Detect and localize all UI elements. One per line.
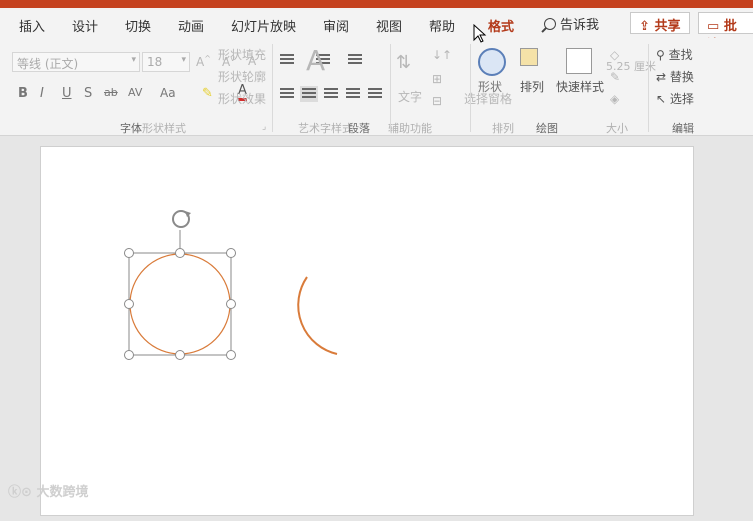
resize-handle-w[interactable] — [124, 299, 134, 309]
wordart-a-icon[interactable]: A — [306, 44, 325, 77]
group-paragraph-label: 段落 — [348, 122, 370, 135]
align-center-icon[interactable] — [300, 86, 318, 102]
resize-handle-sw[interactable] — [124, 350, 134, 360]
font-name-input[interactable]: 等线 (正文) ▾ — [12, 52, 140, 72]
tab-view[interactable]: 视图 — [376, 16, 402, 35]
highlight-icon[interactable]: ✎ — [202, 86, 213, 101]
search-icon — [544, 18, 556, 30]
group-separator — [648, 44, 649, 132]
tab-animations[interactable]: 动画 — [178, 16, 204, 35]
share-icon: ⇪ — [639, 19, 650, 34]
change-case-icon[interactable]: Aa — [160, 86, 176, 100]
underline-icon[interactable]: U — [62, 86, 72, 101]
share-button[interactable]: ⇪ 共享 — [630, 12, 690, 34]
comment-button[interactable]: ▭ 批注 — [698, 12, 753, 53]
font-size-value: 18 — [147, 55, 163, 69]
tab-slideshow[interactable]: 幻灯片放映 — [231, 16, 296, 35]
text-direction-icon[interactable]: ⇅ — [396, 52, 411, 73]
circle-shape[interactable] — [129, 253, 231, 355]
watermark-text: 大数跨境 — [36, 485, 89, 500]
group-accessibility-label: 辅助功能 — [388, 122, 432, 135]
find-label: 查找 — [668, 48, 693, 62]
ribbon: 等线 (正文) ▾ 18 ▾ A^ Av A B I U S ab AV Aa ✎ … — [0, 38, 753, 136]
shapes-label[interactable]: 形状 — [478, 78, 502, 95]
group-editing-label: 编辑 — [672, 122, 694, 135]
effects-icon[interactable]: ◈ — [610, 92, 619, 106]
line-spacing-icon[interactable] — [348, 54, 362, 66]
tab-design[interactable]: 设计 — [72, 16, 98, 35]
search-icon: ⚲ — [656, 48, 665, 62]
resize-handle-e[interactable] — [226, 299, 236, 309]
group-font-label: 字体 — [120, 122, 142, 135]
align-right-icon[interactable] — [324, 88, 338, 100]
resize-handle-n[interactable] — [175, 248, 185, 258]
mouse-pointer-icon — [473, 24, 487, 43]
tab-review[interactable]: 审阅 — [323, 16, 349, 35]
watermark: ⓚ⊙ 大数跨境 — [8, 481, 88, 500]
font-size-input[interactable]: 18 ▾ — [142, 52, 190, 72]
replace-icon: ⇄ — [656, 70, 667, 84]
quick-styles-label[interactable]: 快速样式 — [556, 78, 604, 95]
share-label: 共享 — [654, 19, 681, 34]
resize-handle-nw[interactable] — [124, 248, 134, 258]
slide[interactable] — [40, 146, 694, 516]
replace-button[interactable]: ⇄ 替换 — [656, 68, 694, 85]
shape-outline-label[interactable]: 形状轮廓 — [218, 68, 266, 85]
slide-canvas-area — [0, 137, 753, 516]
resize-handle-s[interactable] — [175, 350, 185, 360]
tell-me-box[interactable]: 告诉我 — [544, 14, 599, 33]
slide-drawing — [124, 210, 338, 360]
group-wordart-label: 艺术字样式 — [298, 122, 353, 135]
tab-format[interactable]: 格式 — [488, 16, 514, 35]
tell-me-label: 告诉我 — [560, 18, 600, 33]
replace-label: 替换 — [669, 70, 694, 84]
title-bar-band — [0, 0, 753, 8]
group-separator — [272, 44, 273, 132]
tab-insert[interactable]: 插入 — [19, 16, 45, 35]
watermark-logo-icon: ⓚ⊙ — [8, 485, 32, 500]
shapes-icon[interactable] — [478, 48, 506, 76]
resize-handle-se[interactable] — [226, 350, 236, 360]
columns-icon[interactable] — [368, 88, 382, 100]
group-separator — [470, 44, 471, 132]
arrange-icon[interactable] — [520, 48, 538, 66]
group-size-label: 大小 — [606, 122, 628, 135]
chevron-down-icon: ▾ — [131, 55, 136, 65]
quick-styles-icon[interactable] — [566, 48, 592, 74]
increase-font-icon[interactable]: A^ — [196, 54, 211, 69]
bullets-icon[interactable] — [280, 54, 294, 66]
ribbon-tab-bar: 插入 设计 切换 动画 幻灯片放映 审阅 视图 帮助 格式 告诉我 ⇪ 共享 ▭… — [0, 8, 753, 53]
justify-icon[interactable] — [346, 88, 360, 100]
pointer-icon: ↖ — [656, 92, 667, 106]
align-objects-icon[interactable]: ⊞ — [432, 72, 442, 86]
char-spacing-icon[interactable]: AV — [128, 86, 142, 99]
arrange-label[interactable]: 排列 — [520, 78, 544, 95]
sort-icon[interactable]: ↓↑ — [432, 48, 452, 62]
chevron-down-icon: ▾ — [181, 55, 186, 65]
find-button[interactable]: ⚲ 查找 — [656, 46, 693, 63]
group-arrange-label: 排列 — [492, 122, 514, 135]
group-drawing-label: 绘图 — [536, 122, 558, 135]
italic-icon[interactable]: I — [40, 86, 44, 101]
resize-handle-ne[interactable] — [226, 248, 236, 258]
group-objects-icon[interactable]: ⊟ — [432, 94, 442, 108]
strikethrough-icon[interactable]: ab — [104, 86, 118, 99]
align-left-icon[interactable] — [280, 88, 294, 100]
tab-help[interactable]: 帮助 — [429, 16, 455, 35]
tab-transitions[interactable]: 切换 — [125, 16, 151, 35]
group-separator — [390, 44, 391, 132]
font-name-value: 等线 (正文) — [17, 57, 79, 71]
select-label: 选择 — [669, 92, 694, 106]
select-button[interactable]: ↖ 选择 — [656, 90, 694, 107]
group-shape-styles-label: 形状样式 — [142, 122, 186, 135]
bold-icon[interactable]: B — [18, 86, 28, 101]
shape-fill-label[interactable]: 形状填充 — [218, 46, 266, 63]
text-label-icon[interactable]: 文字 — [398, 88, 422, 105]
comment-icon: ▭ — [707, 19, 720, 34]
shadow-icon[interactable]: S — [84, 86, 92, 101]
arc-shape[interactable] — [297, 276, 338, 355]
dialog-launcher-icon[interactable]: ⌟ — [262, 122, 266, 132]
shape-effect-label[interactable]: 形状效果 — [218, 90, 266, 107]
rotate-icon[interactable] — [172, 210, 191, 228]
